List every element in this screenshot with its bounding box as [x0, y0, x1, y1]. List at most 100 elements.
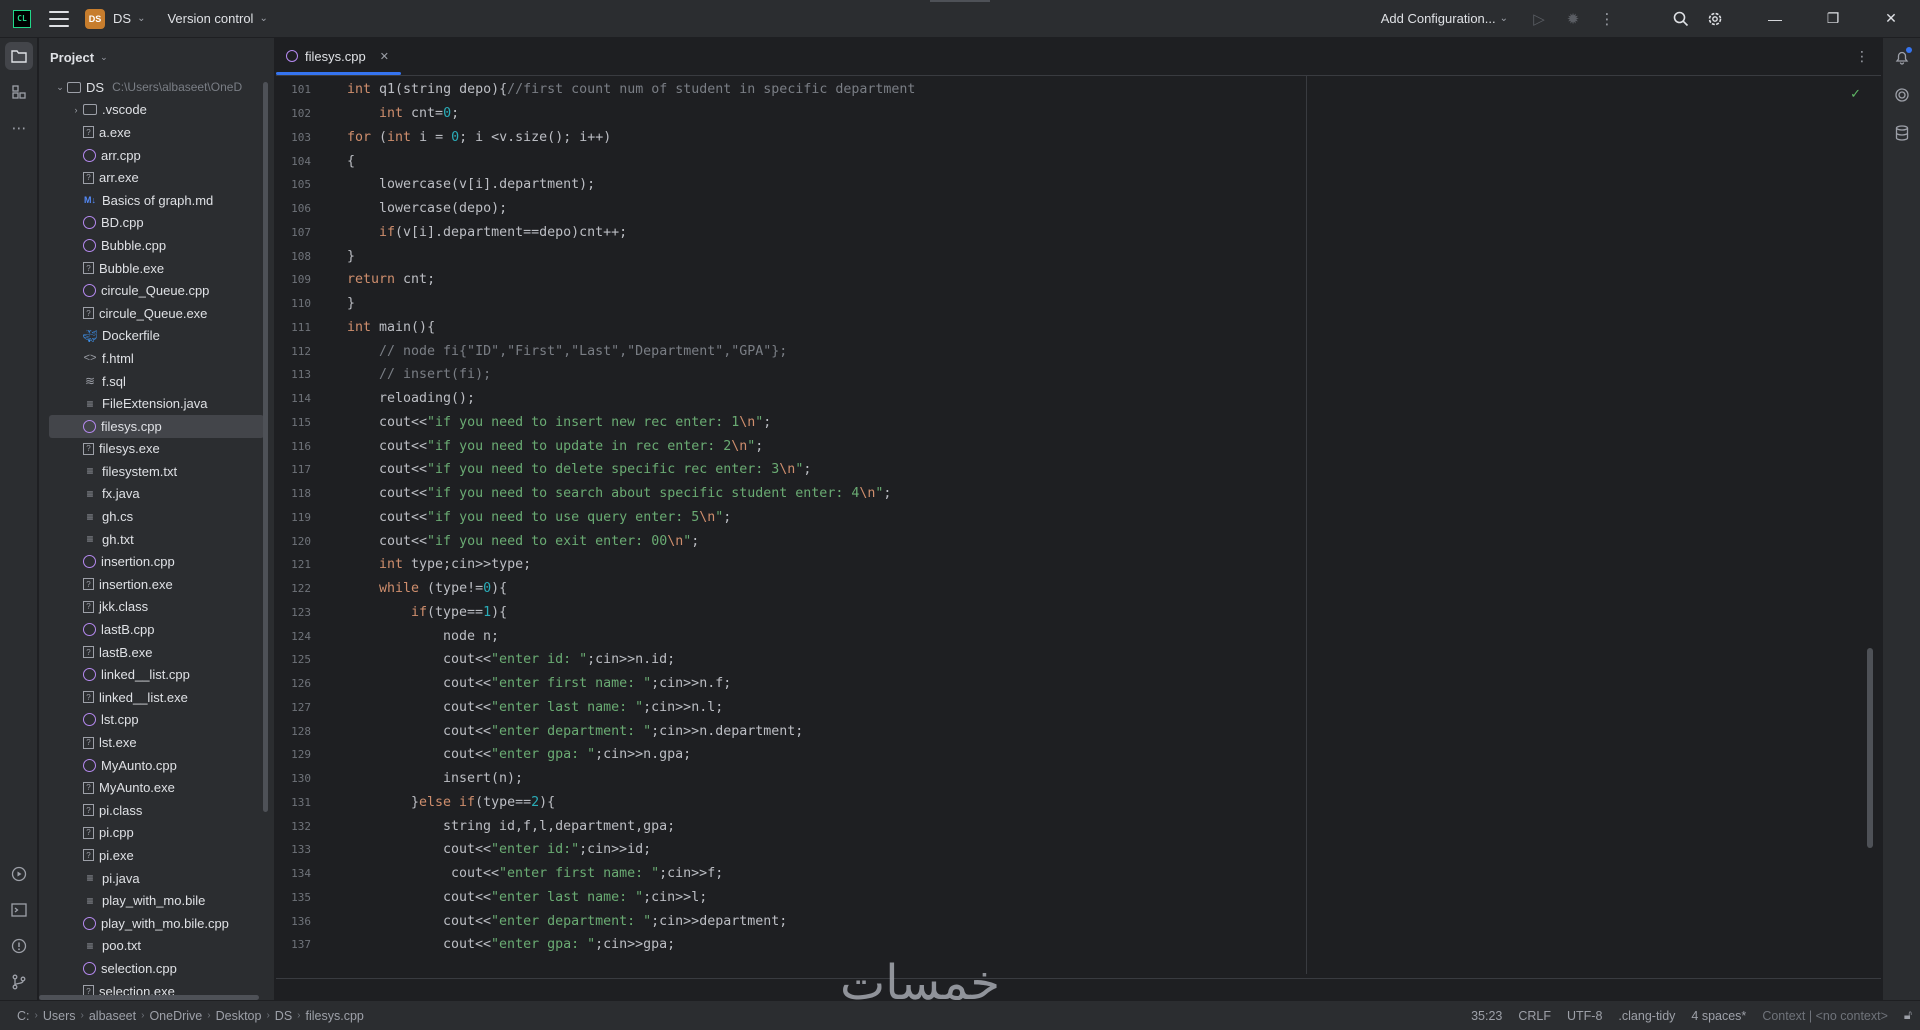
line-number[interactable]: 130 [276, 772, 311, 785]
code-line[interactable]: 110} [276, 292, 1856, 316]
code-line[interactable]: 127 cout<<"enter last name: ";cin>>n.l; [276, 696, 1856, 720]
line-number[interactable]: 106 [276, 202, 311, 215]
line-number[interactable]: 121 [276, 558, 311, 571]
line-number[interactable]: 127 [276, 701, 311, 714]
line-number[interactable]: 108 [276, 250, 311, 263]
code-line[interactable]: 109 return cnt; [276, 268, 1856, 292]
chevron-down-icon[interactable]: ⌄ [100, 52, 108, 63]
line-number[interactable]: 125 [276, 653, 311, 666]
tree-item[interactable]: ? a.exe [39, 121, 274, 144]
chevron-down-icon[interactable]: ⌄ [259, 13, 267, 24]
code-line[interactable]: 104 { [276, 149, 1856, 173]
problems-icon[interactable] [0, 928, 38, 964]
breadcrumb-item[interactable]: Desktop [216, 1009, 262, 1023]
breadcrumb-item[interactable]: albaseet [89, 1009, 136, 1023]
line-number[interactable]: 114 [276, 392, 311, 405]
line-number[interactable]: 134 [276, 867, 311, 880]
drag-handle[interactable] [930, 0, 990, 2]
search-icon[interactable] [1664, 0, 1698, 38]
code-line[interactable]: 103 for (int i = 0; i <v.size(); i++) [276, 126, 1856, 150]
code-line[interactable]: 118 cout<<"if you need to search about sp… [276, 482, 1856, 506]
line-number[interactable]: 117 [276, 463, 311, 476]
more-actions-icon[interactable]: ⋮ [1590, 0, 1624, 38]
chevron-down-icon[interactable]: ⌄ [1500, 13, 1508, 24]
code-line[interactable]: 131}else if(type==2){ [276, 791, 1856, 815]
line-number[interactable]: 136 [276, 915, 311, 928]
structure-icon[interactable] [0, 74, 38, 110]
context-label[interactable]: Context | <no context> [1762, 1009, 1888, 1023]
code-editor[interactable]: filesys.cpp ✕ ⋮ ✓ 101 int q1(string depo)… [276, 38, 1881, 974]
close-window-button[interactable]: ✕ [1862, 0, 1920, 38]
tree-item[interactable]: ? pi.exe [39, 844, 274, 867]
code-line[interactable]: 126 cout<<"enter first name: ";cin>>n.f; [276, 672, 1856, 696]
terminal-icon[interactable] [0, 892, 38, 928]
tree-item[interactable]: arr.cpp [39, 144, 274, 167]
code-line[interactable]: 113 // insert(fi); [276, 363, 1856, 387]
main-menu-icon[interactable] [49, 10, 69, 27]
tree-item[interactable]: lastB.cpp [39, 618, 274, 641]
tree-item[interactable]: ≡ poo.txt [39, 935, 274, 958]
tree-item[interactable]: ≡ gh.txt [39, 528, 274, 551]
tree-root-ds[interactable]: ⌄ DS C:\Users\albaseet\OneD [39, 76, 274, 99]
tree-item[interactable]: 🐳︎ Dockerfile [39, 325, 274, 348]
tree-item[interactable]: ≡ fx.java [39, 483, 274, 506]
breadcrumb-item[interactable]: OneDrive [149, 1009, 202, 1023]
code-lines[interactable]: 101 int q1(string depo){//first count num… [276, 78, 1856, 957]
code-line[interactable]: 136 cout<<"enter department: ";cin>>depar… [276, 909, 1856, 933]
code-line[interactable]: 121 int type;cin>>type; [276, 553, 1856, 577]
line-number[interactable]: 115 [276, 416, 311, 429]
line-number[interactable]: 104 [276, 155, 311, 168]
minimize-button[interactable]: — [1746, 0, 1804, 38]
tree-item[interactable]: ≡ FileExtension.java [39, 392, 274, 415]
code-line[interactable]: 135 cout<<"enter last name: ";cin>>l; [276, 886, 1856, 910]
tree-item[interactable]: ? pi.cpp [39, 822, 274, 845]
tree-item[interactable]: ? lastB.exe [39, 641, 274, 664]
caret-position[interactable]: 35:23 [1471, 1009, 1502, 1023]
code-line[interactable]: 130 insert(n); [276, 767, 1856, 791]
code-line[interactable]: 129 cout<<"enter gpa: ";cin>>n.gpa; [276, 743, 1856, 767]
code-line[interactable]: 132 string id,f,l,department,gpa; [276, 814, 1856, 838]
tree-item[interactable]: ≡ filesystem.txt [39, 460, 274, 483]
tree-item[interactable]: filesys.cpp [49, 414, 264, 438]
line-number[interactable]: 124 [276, 630, 311, 643]
chevron-right-icon[interactable]: › [69, 105, 83, 115]
code-line[interactable]: 101 int q1(string depo){//first count num… [276, 78, 1856, 102]
breadcrumb-item[interactable]: DS [275, 1009, 292, 1023]
line-number[interactable]: 122 [276, 582, 311, 595]
code-line[interactable]: 125 cout<<"enter id: ";cin>>n.id; [276, 648, 1856, 672]
code-line[interactable]: 124 node n; [276, 624, 1856, 648]
tree-item[interactable]: ? arr.exe [39, 166, 274, 189]
tree-item[interactable]: <> f.html [39, 347, 274, 370]
code-line[interactable]: 117 cout<<"if you need to delete specific… [276, 458, 1856, 482]
code-line[interactable]: 111 int main(){ [276, 316, 1856, 340]
git-branch-icon[interactable] [0, 964, 38, 1000]
line-number[interactable]: 111 [276, 321, 311, 334]
tree-item[interactable]: Bubble.cpp [39, 234, 274, 257]
project-vertical-scrollbar[interactable] [263, 82, 268, 812]
line-number[interactable]: 119 [276, 511, 311, 524]
breadcrumb-item[interactable]: Users [43, 1009, 76, 1023]
clang-tidy-status[interactable]: .clang-tidy [1618, 1009, 1675, 1023]
line-number[interactable]: 135 [276, 891, 311, 904]
tree-item[interactable]: ≋ f.sql [39, 370, 274, 393]
tab-filesys-cpp[interactable]: filesys.cpp ✕ [276, 38, 401, 75]
tree-item[interactable]: ? pi.class [39, 799, 274, 822]
line-number[interactable]: 103 [276, 131, 311, 144]
line-number[interactable]: 118 [276, 487, 311, 500]
close-icon[interactable]: ✕ [380, 50, 389, 63]
tree-item[interactable]: circule_Queue.cpp [39, 279, 274, 302]
lock-icon[interactable]: 🔓︎ [1904, 1008, 1912, 1023]
ai-assistant-icon[interactable] [1883, 76, 1920, 114]
tree-item[interactable]: ? Bubble.exe [39, 257, 274, 280]
tree-item[interactable]: lst.cpp [39, 709, 274, 732]
editor-vertical-scrollbar[interactable] [1867, 648, 1873, 848]
line-number[interactable]: 101 [276, 83, 311, 96]
code-line[interactable]: 102 int cnt=0; [276, 102, 1856, 126]
tab-options-icon[interactable]: ⋮ [1855, 48, 1869, 65]
notifications-bell-icon[interactable] [1883, 38, 1920, 76]
tree-item[interactable]: ? insertion.exe [39, 573, 274, 596]
tree-item[interactable]: ? linked__list.exe [39, 686, 274, 709]
breadcrumb-item[interactable]: filesys.cpp [306, 1009, 364, 1023]
line-number[interactable]: 128 [276, 725, 311, 738]
gear-icon[interactable] [1698, 0, 1732, 38]
